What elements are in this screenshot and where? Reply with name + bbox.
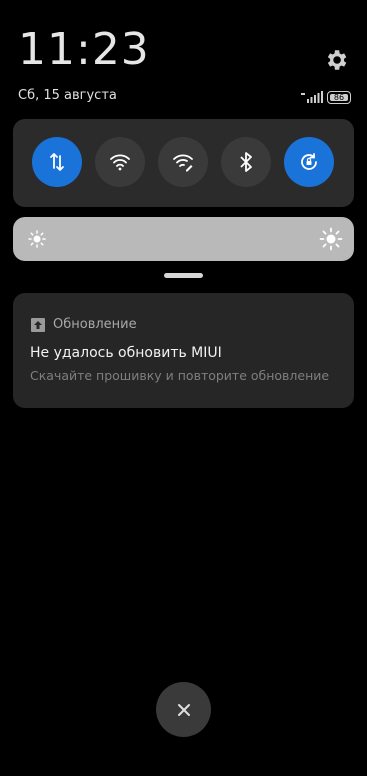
battery-icon: 86 [327,90,351,104]
rotation-lock-toggle[interactable] [284,137,334,187]
close-button[interactable] [156,682,211,737]
sun-low-icon [28,230,46,248]
battery-level: 86 [330,93,348,101]
rotation-lock-icon [301,153,317,170]
bluetooth-icon [240,152,252,172]
quick-settings-panel [13,119,354,207]
update-arrow-icon [31,318,45,332]
data-arrows-icon [50,153,64,171]
notification-title: Не удалось обновить MIUI [30,345,222,361]
wifi-hotspot-toggle[interactable] [158,137,208,187]
notification-shade: 11:23 Сб, 15 августа 86 Обновление Не уд… [0,0,367,776]
bluetooth-toggle[interactable] [221,137,271,187]
wifi-toggle[interactable] [95,137,145,187]
mobile-data-toggle[interactable] [32,137,82,187]
clock: 11:23 [18,24,150,75]
date-label: Сб, 15 августа [18,88,117,103]
wifi-icon [110,154,130,171]
notification-text: Скачайте прошивку и повторите обновление [30,368,330,383]
drag-handle[interactable] [164,273,203,278]
wifi-edit-icon [173,154,193,172]
close-icon [177,703,190,716]
sun-high-icon [319,227,343,251]
notification-app-name: Обновление [53,317,137,332]
brightness-slider[interactable] [13,217,354,261]
status-icons: 86 [301,90,351,104]
notification-card[interactable]: Обновление Не удалось обновить MIUI Скач… [13,293,354,408]
signal-icon [301,91,323,103]
gear-icon[interactable] [323,47,349,73]
